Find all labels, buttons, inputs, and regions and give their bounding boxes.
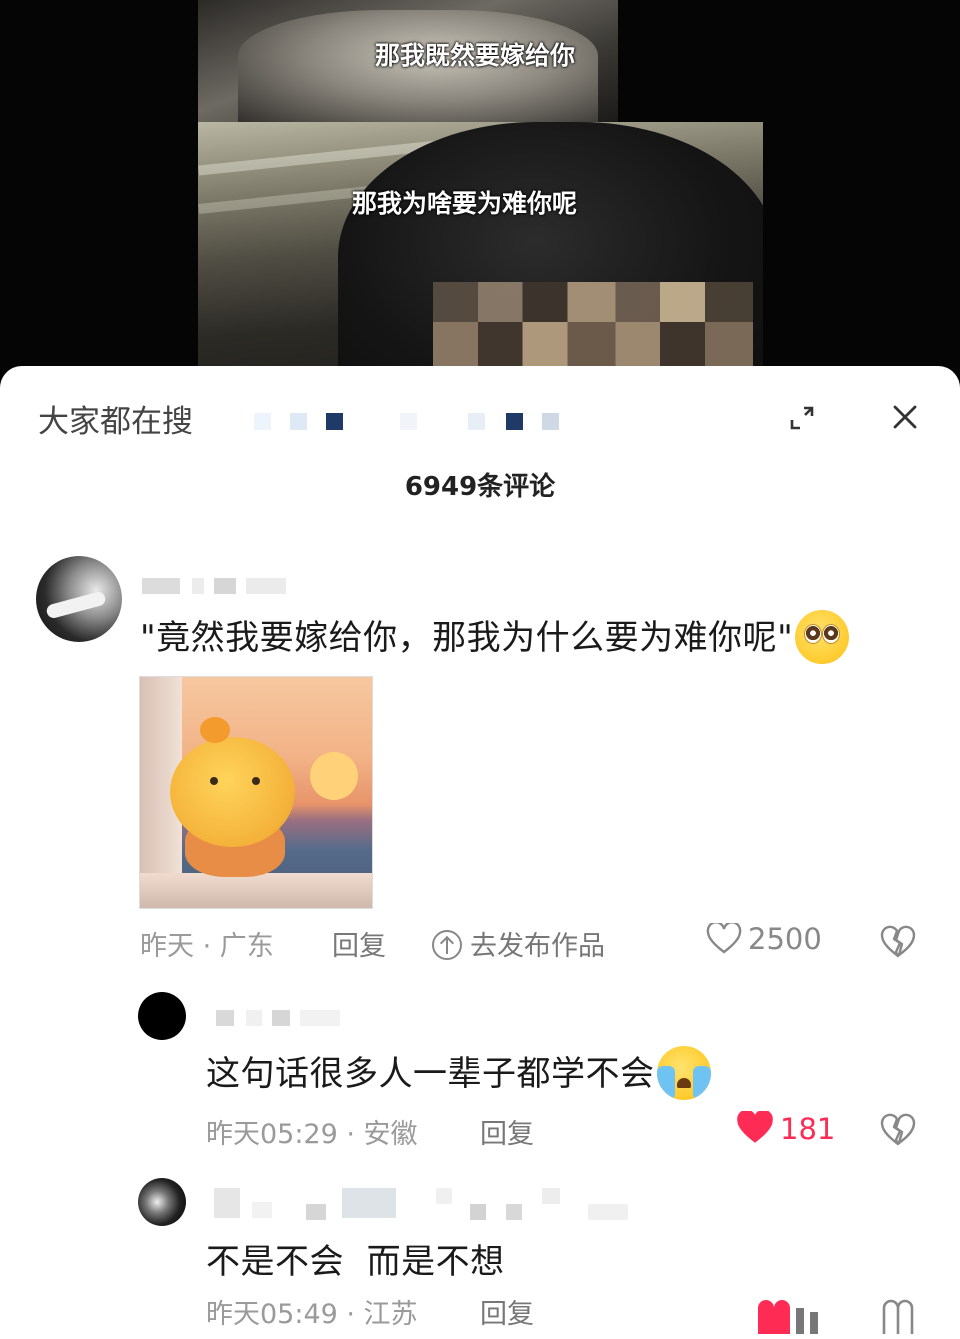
comment-body: "竟然我要嫁给你，那我为什么要为难你呢" (140, 618, 794, 658)
reply-button[interactable]: 回复 (480, 1292, 534, 1331)
like-button[interactable]: 181 (736, 1109, 836, 1146)
comment-image[interactable] (139, 676, 373, 909)
avatar[interactable] (138, 992, 186, 1040)
reply-button[interactable]: 回复 (480, 1112, 534, 1151)
image-sun (310, 752, 358, 800)
image-toy-body (170, 737, 295, 847)
comment-meta: 昨天05:49 · 江苏 (206, 1292, 418, 1331)
upload-icon (432, 930, 462, 960)
comment-time-location: 昨天05:29 · 安徽 (206, 1119, 418, 1150)
post-work-label: 去发布作品 (470, 931, 605, 962)
like-count: 2500 (748, 922, 822, 956)
close-icon[interactable] (890, 402, 920, 432)
post-work-button[interactable]: 去发布作品 (432, 924, 605, 963)
trending-search-blurred[interactable] (250, 410, 570, 434)
video-subtitle-top: 那我既然要嫁给你 (375, 41, 576, 70)
comment-time-location: 昨天05:49 · 江苏 (206, 1299, 418, 1330)
video-player[interactable]: 那我既然要嫁给你 那我为啥要为难你呢 (0, 0, 960, 400)
image-toy-fruit (200, 717, 230, 743)
reply-button[interactable]: 回复 (332, 924, 386, 963)
video-subtitle-main: 那我为啥要为难你呢 (352, 189, 578, 218)
like-count: 181 (780, 1112, 836, 1146)
dislike-icon[interactable] (880, 1112, 916, 1148)
comment-text: 这句话很多人一辈子都学不会 (206, 1045, 711, 1103)
comment-meta: 昨天 · 广东 (140, 924, 274, 963)
dislike-icon-partial[interactable] (880, 1294, 916, 1334)
image-toy-eye (210, 777, 218, 785)
comment-count: 6949条评论 (404, 472, 556, 502)
like-button[interactable]: 2500 (706, 921, 822, 956)
image-sill (140, 873, 372, 908)
comment-text: 不是不会 而是不想 (206, 1234, 505, 1283)
comment-body: 这句话很多人一辈子都学不会 (206, 1054, 655, 1094)
dislike-icon[interactable] (880, 924, 916, 960)
crying-face-icon (656, 1045, 711, 1100)
heart-outline-icon (706, 921, 742, 954)
pleading-face-icon (795, 609, 850, 664)
expand-icon[interactable] (788, 404, 816, 432)
heart-filled-icon (737, 1109, 773, 1143)
username-blurred[interactable] (142, 578, 292, 594)
username-blurred[interactable] (216, 1010, 346, 1026)
comment-sheet: 大家都在搜 6949条评论 "竟然我要嫁给你，那我为什么要为难你呢" 昨天 · … (0, 366, 960, 1339)
video-frame-main (198, 122, 763, 382)
trending-search-label[interactable]: 大家都在搜 (38, 396, 193, 441)
heart-filled-icon-partial[interactable] (752, 1294, 828, 1334)
comment-meta: 昨天05:29 · 安徽 (206, 1112, 418, 1151)
comment-time-location: 昨天 · 广东 (140, 931, 274, 962)
avatar-figure (45, 590, 107, 620)
comment-text: "竟然我要嫁给你，那我为什么要为难你呢" (140, 609, 850, 667)
image-toy-eye (252, 777, 260, 785)
avatar[interactable] (138, 1178, 186, 1226)
username-blurred[interactable] (208, 1188, 628, 1222)
comment-body: 不是不会 而是不想 (206, 1242, 505, 1282)
sheet-header: 大家都在搜 (0, 366, 960, 466)
avatar[interactable] (36, 556, 122, 642)
emoji-mouth (676, 1077, 691, 1088)
